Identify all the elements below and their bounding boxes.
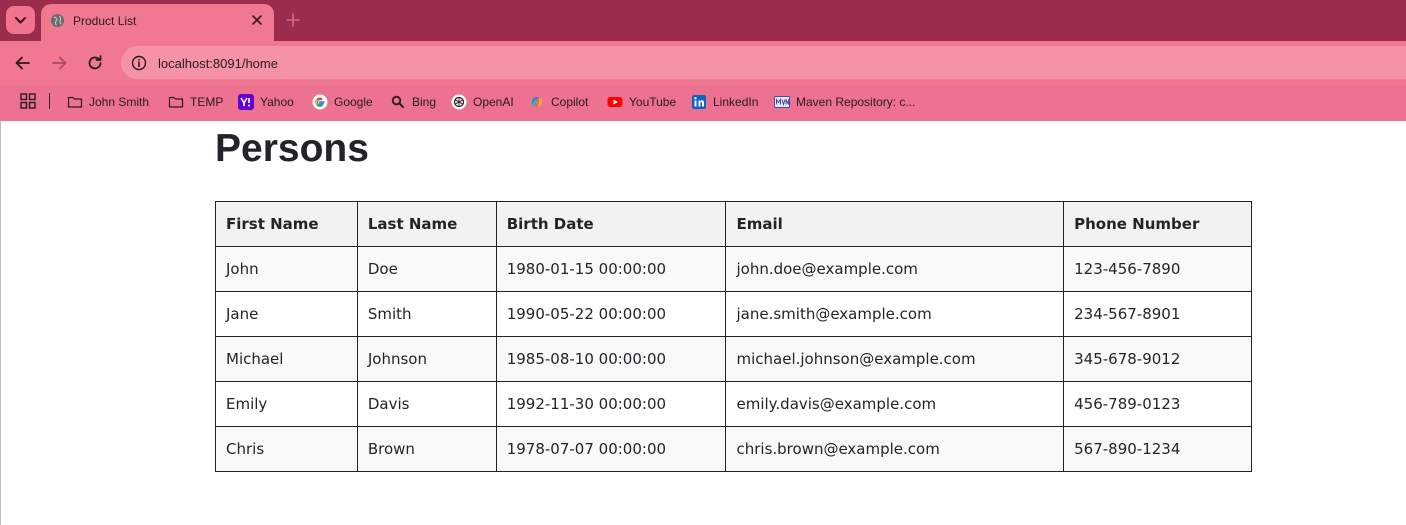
info-icon[interactable] bbox=[131, 55, 147, 71]
column-header-first-name: First Name bbox=[215, 201, 358, 247]
cell-phone-number: 234-567-8901 bbox=[1063, 291, 1252, 337]
cell-birth-date: 1985-08-10 00:00:00 bbox=[495, 336, 727, 382]
tab-strip: Product List bbox=[0, 0, 1406, 41]
apps-grid-icon[interactable] bbox=[20, 93, 36, 109]
cell-last-name: Smith bbox=[356, 291, 497, 337]
cell-last-name: Johnson bbox=[356, 336, 497, 382]
tab-search-button[interactable] bbox=[6, 6, 35, 34]
bookmark-bing[interactable]: Bing bbox=[390, 93, 436, 111]
bookmarks-separator bbox=[49, 93, 50, 109]
plus-icon[interactable] bbox=[283, 10, 303, 30]
page-title: Persons bbox=[215, 127, 369, 170]
cell-phone-number: 345-678-9012 bbox=[1063, 336, 1252, 382]
reload-icon[interactable] bbox=[84, 52, 106, 74]
table-row: Jane Smith 1990-05-22 00:00:00 jane.smit… bbox=[215, 291, 1252, 337]
cell-first-name: Chris bbox=[215, 426, 358, 472]
google-icon bbox=[312, 94, 328, 110]
table-row: Chris Brown 1978-07-07 00:00:00 chris.br… bbox=[215, 426, 1252, 472]
bookmark-copilot[interactable]: Copilot bbox=[529, 93, 588, 111]
bookmark-john-smith[interactable]: John Smith bbox=[67, 93, 149, 111]
bookmarks-bar: John Smith TEMP Yahoo Google Bing OpenAI… bbox=[0, 85, 1406, 121]
cell-last-name: Doe bbox=[356, 246, 497, 292]
cell-email: chris.brown@example.com bbox=[725, 426, 1065, 472]
arrow-left-icon[interactable] bbox=[12, 52, 34, 74]
globe-icon bbox=[50, 13, 65, 28]
browser-toolbar: localhost:8091/home bbox=[0, 41, 1406, 85]
linkedin-icon bbox=[692, 95, 706, 109]
cell-phone-number: 456-789-0123 bbox=[1063, 381, 1252, 427]
column-header-last-name: Last Name bbox=[356, 201, 497, 247]
folder-icon bbox=[168, 96, 184, 108]
bookmark-youtube[interactable]: YouTube bbox=[607, 93, 676, 111]
close-icon[interactable] bbox=[249, 12, 265, 28]
cell-email: emily.davis@example.com bbox=[725, 381, 1065, 427]
bookmark-yahoo[interactable]: Yahoo bbox=[238, 93, 294, 111]
cell-phone-number: 567-890-1234 bbox=[1063, 426, 1252, 472]
bookmark-google[interactable]: Google bbox=[312, 93, 373, 111]
column-header-birth-date: Birth Date bbox=[495, 201, 727, 247]
cell-last-name: Davis bbox=[356, 381, 497, 427]
address-url: localhost:8091/home bbox=[158, 56, 278, 71]
bookmark-temp[interactable]: TEMP bbox=[168, 93, 223, 111]
table-row: Emily Davis 1992-11-30 00:00:00 emily.da… bbox=[215, 381, 1252, 427]
cell-phone-number: 123-456-7890 bbox=[1063, 246, 1252, 292]
cell-last-name: Brown bbox=[356, 426, 497, 472]
table-row: John Doe 1980-01-15 00:00:00 john.doe@ex… bbox=[215, 246, 1252, 292]
column-header-phone-number: Phone Number bbox=[1063, 201, 1252, 247]
column-header-email: Email bbox=[725, 201, 1065, 247]
address-bar[interactable]: localhost:8091/home bbox=[121, 46, 1406, 79]
bookmark-maven-repository[interactable]: Maven Repository: c... bbox=[774, 93, 915, 111]
cell-birth-date: 1980-01-15 00:00:00 bbox=[495, 246, 727, 292]
cell-first-name: Michael bbox=[215, 336, 358, 382]
cell-first-name: Jane bbox=[215, 291, 358, 337]
youtube-icon bbox=[607, 97, 623, 107]
copilot-icon bbox=[531, 97, 543, 107]
cell-email: michael.johnson@example.com bbox=[725, 336, 1065, 382]
yahoo-icon bbox=[238, 94, 254, 110]
maven-icon bbox=[774, 96, 790, 108]
tab-product-list[interactable]: Product List bbox=[41, 4, 274, 41]
arrow-right-icon[interactable] bbox=[48, 52, 70, 74]
tab-title: Product List bbox=[73, 14, 137, 28]
cell-email: jane.smith@example.com bbox=[725, 291, 1065, 337]
cell-first-name: John bbox=[215, 246, 358, 292]
cell-email: john.doe@example.com bbox=[725, 246, 1065, 292]
cell-first-name: Emily bbox=[215, 381, 358, 427]
chevron-down-icon bbox=[15, 17, 26, 24]
page-content: Persons First Name Last Name Birth Date … bbox=[0, 121, 1406, 525]
cell-birth-date: 1978-07-07 00:00:00 bbox=[495, 426, 727, 472]
table-row: Michael Johnson 1985-08-10 00:00:00 mich… bbox=[215, 336, 1252, 382]
table-header-row: First Name Last Name Birth Date Email Ph… bbox=[215, 201, 1252, 247]
folder-icon bbox=[67, 96, 83, 108]
search-icon bbox=[391, 95, 404, 108]
bookmark-openai[interactable]: OpenAI bbox=[451, 93, 514, 111]
openai-icon bbox=[451, 94, 467, 110]
persons-table: First Name Last Name Birth Date Email Ph… bbox=[215, 201, 1252, 472]
cell-birth-date: 1992-11-30 00:00:00 bbox=[495, 381, 727, 427]
cell-birth-date: 1990-05-22 00:00:00 bbox=[495, 291, 727, 337]
bookmark-linkedin[interactable]: LinkedIn bbox=[691, 93, 758, 111]
